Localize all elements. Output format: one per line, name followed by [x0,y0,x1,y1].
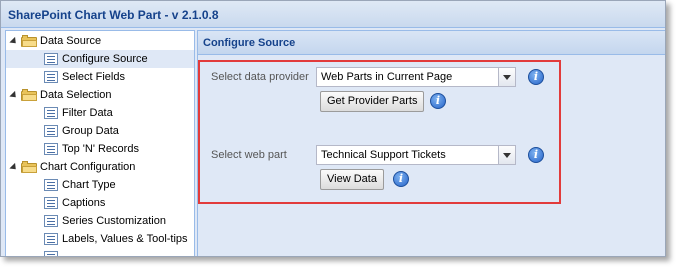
info-icon[interactable]: i [393,171,409,187]
expand-arrow-icon[interactable] [9,36,19,46]
tree-item-labels-values-tooltips[interactable]: Labels, Values & Tool-tips [44,230,188,248]
view-data-button[interactable]: View Data [320,169,384,190]
panel-title: Configure Source [198,31,665,55]
page-icon [44,107,58,120]
expand-arrow-icon[interactable] [9,90,19,100]
tree-item-chart-type[interactable]: Chart Type [44,176,116,194]
configure-source-panel: Configure Source Select data provider We… [197,30,665,256]
web-part-select[interactable]: Technical Support Tickets [316,145,516,165]
tree-item-label: Chart Configuration [40,161,136,173]
tree-item-label: Top 'N' Records [62,143,139,155]
page-icon [44,71,58,84]
tree-item-label: Labels, Values & Tool-tips [62,233,188,245]
page-icon [44,251,58,256]
tree-item-label: Select Fields [62,71,125,83]
folder-icon [21,35,37,48]
tree-item-select-fields[interactable]: Select Fields [44,68,125,86]
tree-item-group-data[interactable]: Group Data [44,122,119,140]
tree-item-configure-source[interactable]: Configure Source [6,50,194,68]
data-provider-select[interactable]: Web Parts in Current Page [316,67,516,87]
tree-item-top-n-records[interactable]: Top 'N' Records [44,140,139,158]
chart-web-part-window: SharePoint Chart Web Part - v 2.1.0.8 Da… [0,0,666,257]
tree-item-label: Series Customization [62,215,166,227]
dropdown-arrow-icon[interactable] [498,146,515,164]
info-icon[interactable]: i [528,69,544,85]
folder-icon [21,161,37,174]
folder-icon [21,89,37,102]
tree-item-series-customization[interactable]: Series Customization [44,212,166,230]
tree-item-label: Filter Data [62,107,113,119]
tree-item-label: Chart Type [62,179,116,191]
page-icon [44,233,58,246]
page-icon [44,143,58,156]
tree-item-data-selection[interactable]: Data Selection [9,86,112,104]
web-part-value: Technical Support Tickets [321,149,446,161]
page-icon [44,125,58,138]
webpart-label: Select web part [211,149,287,161]
tree-item-captions[interactable]: Captions [44,194,105,212]
info-icon[interactable]: i [430,93,446,109]
info-icon[interactable]: i [528,147,544,163]
navigation-tree: Data Source Configure Source Select Fiel… [5,30,195,256]
tree-item-chart-configuration[interactable]: Chart Configuration [9,158,136,176]
tree-item-label: Captions [62,197,106,209]
page-icon [44,179,58,192]
get-provider-parts-button[interactable]: Get Provider Parts [320,91,425,112]
tree-item-label: Group Data [62,125,119,137]
tree-item-partial[interactable] [44,248,62,256]
expand-arrow-icon[interactable] [9,162,19,172]
tree-item-label: Data Selection [40,89,112,101]
tree-item-label: Configure Source [62,53,148,65]
page-icon [44,215,58,228]
provider-label: Select data provider [211,71,309,83]
tree-item-filter-data[interactable]: Filter Data [44,104,113,122]
page-icon [44,197,58,210]
data-provider-value: Web Parts in Current Page [321,71,453,83]
window-title: SharePoint Chart Web Part - v 2.1.0.8 [1,1,665,28]
dropdown-arrow-icon[interactable] [498,68,515,86]
tree-item-label: Data Source [40,35,102,47]
page-icon [44,53,58,66]
tree-item-data-source[interactable]: Data Source [9,32,102,50]
